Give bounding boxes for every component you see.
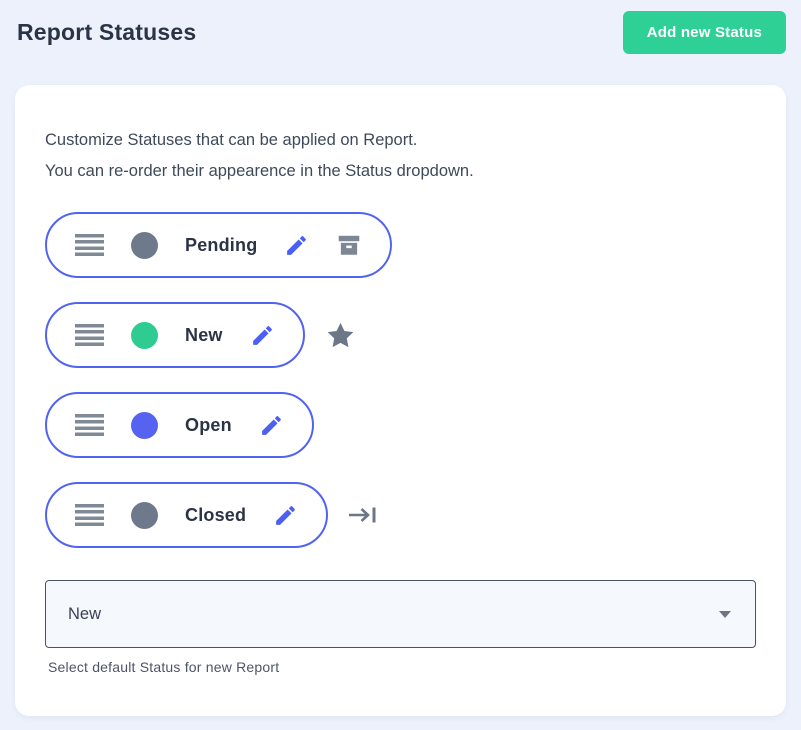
default-star-icon	[324, 319, 357, 352]
intro-line-1: Customize Statuses that can be applied o…	[45, 131, 418, 149]
intro-line-2: You can re-order their appearence in the…	[45, 162, 474, 180]
card-intro: Customize Statuses that can be applied o…	[45, 125, 756, 187]
status-pill-pending: Pending	[45, 212, 393, 278]
status-list: Pending New Open Closed	[45, 212, 756, 548]
edit-pencil-icon[interactable]	[259, 413, 284, 438]
status-color-dot	[131, 501, 158, 529]
edit-pencil-icon[interactable]	[284, 233, 309, 258]
archive-box-icon[interactable]	[336, 232, 362, 258]
page-header: Report Statuses Add new Status	[0, 0, 801, 56]
add-new-status-button[interactable]: Add new Status	[622, 10, 786, 54]
default-status-dropdown[interactable]: New	[45, 580, 756, 648]
status-label: Pending	[185, 234, 258, 255]
status-row-new: New	[45, 302, 756, 368]
status-row-open: Open	[45, 392, 756, 458]
drag-handle-icon[interactable]	[75, 503, 104, 527]
chevron-down-icon	[719, 610, 731, 618]
status-label: Open	[185, 414, 232, 435]
status-color-dot	[131, 411, 158, 439]
default-status-section: New Select default Status for new Report	[45, 580, 756, 675]
status-pill-new: New	[45, 302, 305, 368]
status-label: Closed	[185, 504, 247, 525]
status-label: New	[185, 324, 223, 345]
dropdown-selected-value: New	[68, 604, 102, 623]
drag-handle-icon[interactable]	[75, 233, 104, 257]
status-row-pending: Pending	[45, 212, 756, 278]
status-pill-open: Open	[45, 392, 314, 458]
status-color-dot	[131, 321, 158, 349]
status-row-closed: Closed	[45, 482, 756, 548]
closing-arrow-icon	[347, 502, 380, 528]
page-title: Report Statuses	[17, 18, 197, 45]
edit-pencil-icon[interactable]	[273, 503, 298, 528]
drag-handle-icon[interactable]	[75, 323, 104, 347]
dropdown-caption: Select default Status for new Report	[48, 659, 280, 675]
drag-handle-icon[interactable]	[75, 413, 104, 437]
edit-pencil-icon[interactable]	[250, 323, 275, 348]
status-pill-closed: Closed	[45, 482, 329, 548]
statuses-card: Customize Statuses that can be applied o…	[15, 85, 786, 716]
status-color-dot	[131, 231, 158, 259]
